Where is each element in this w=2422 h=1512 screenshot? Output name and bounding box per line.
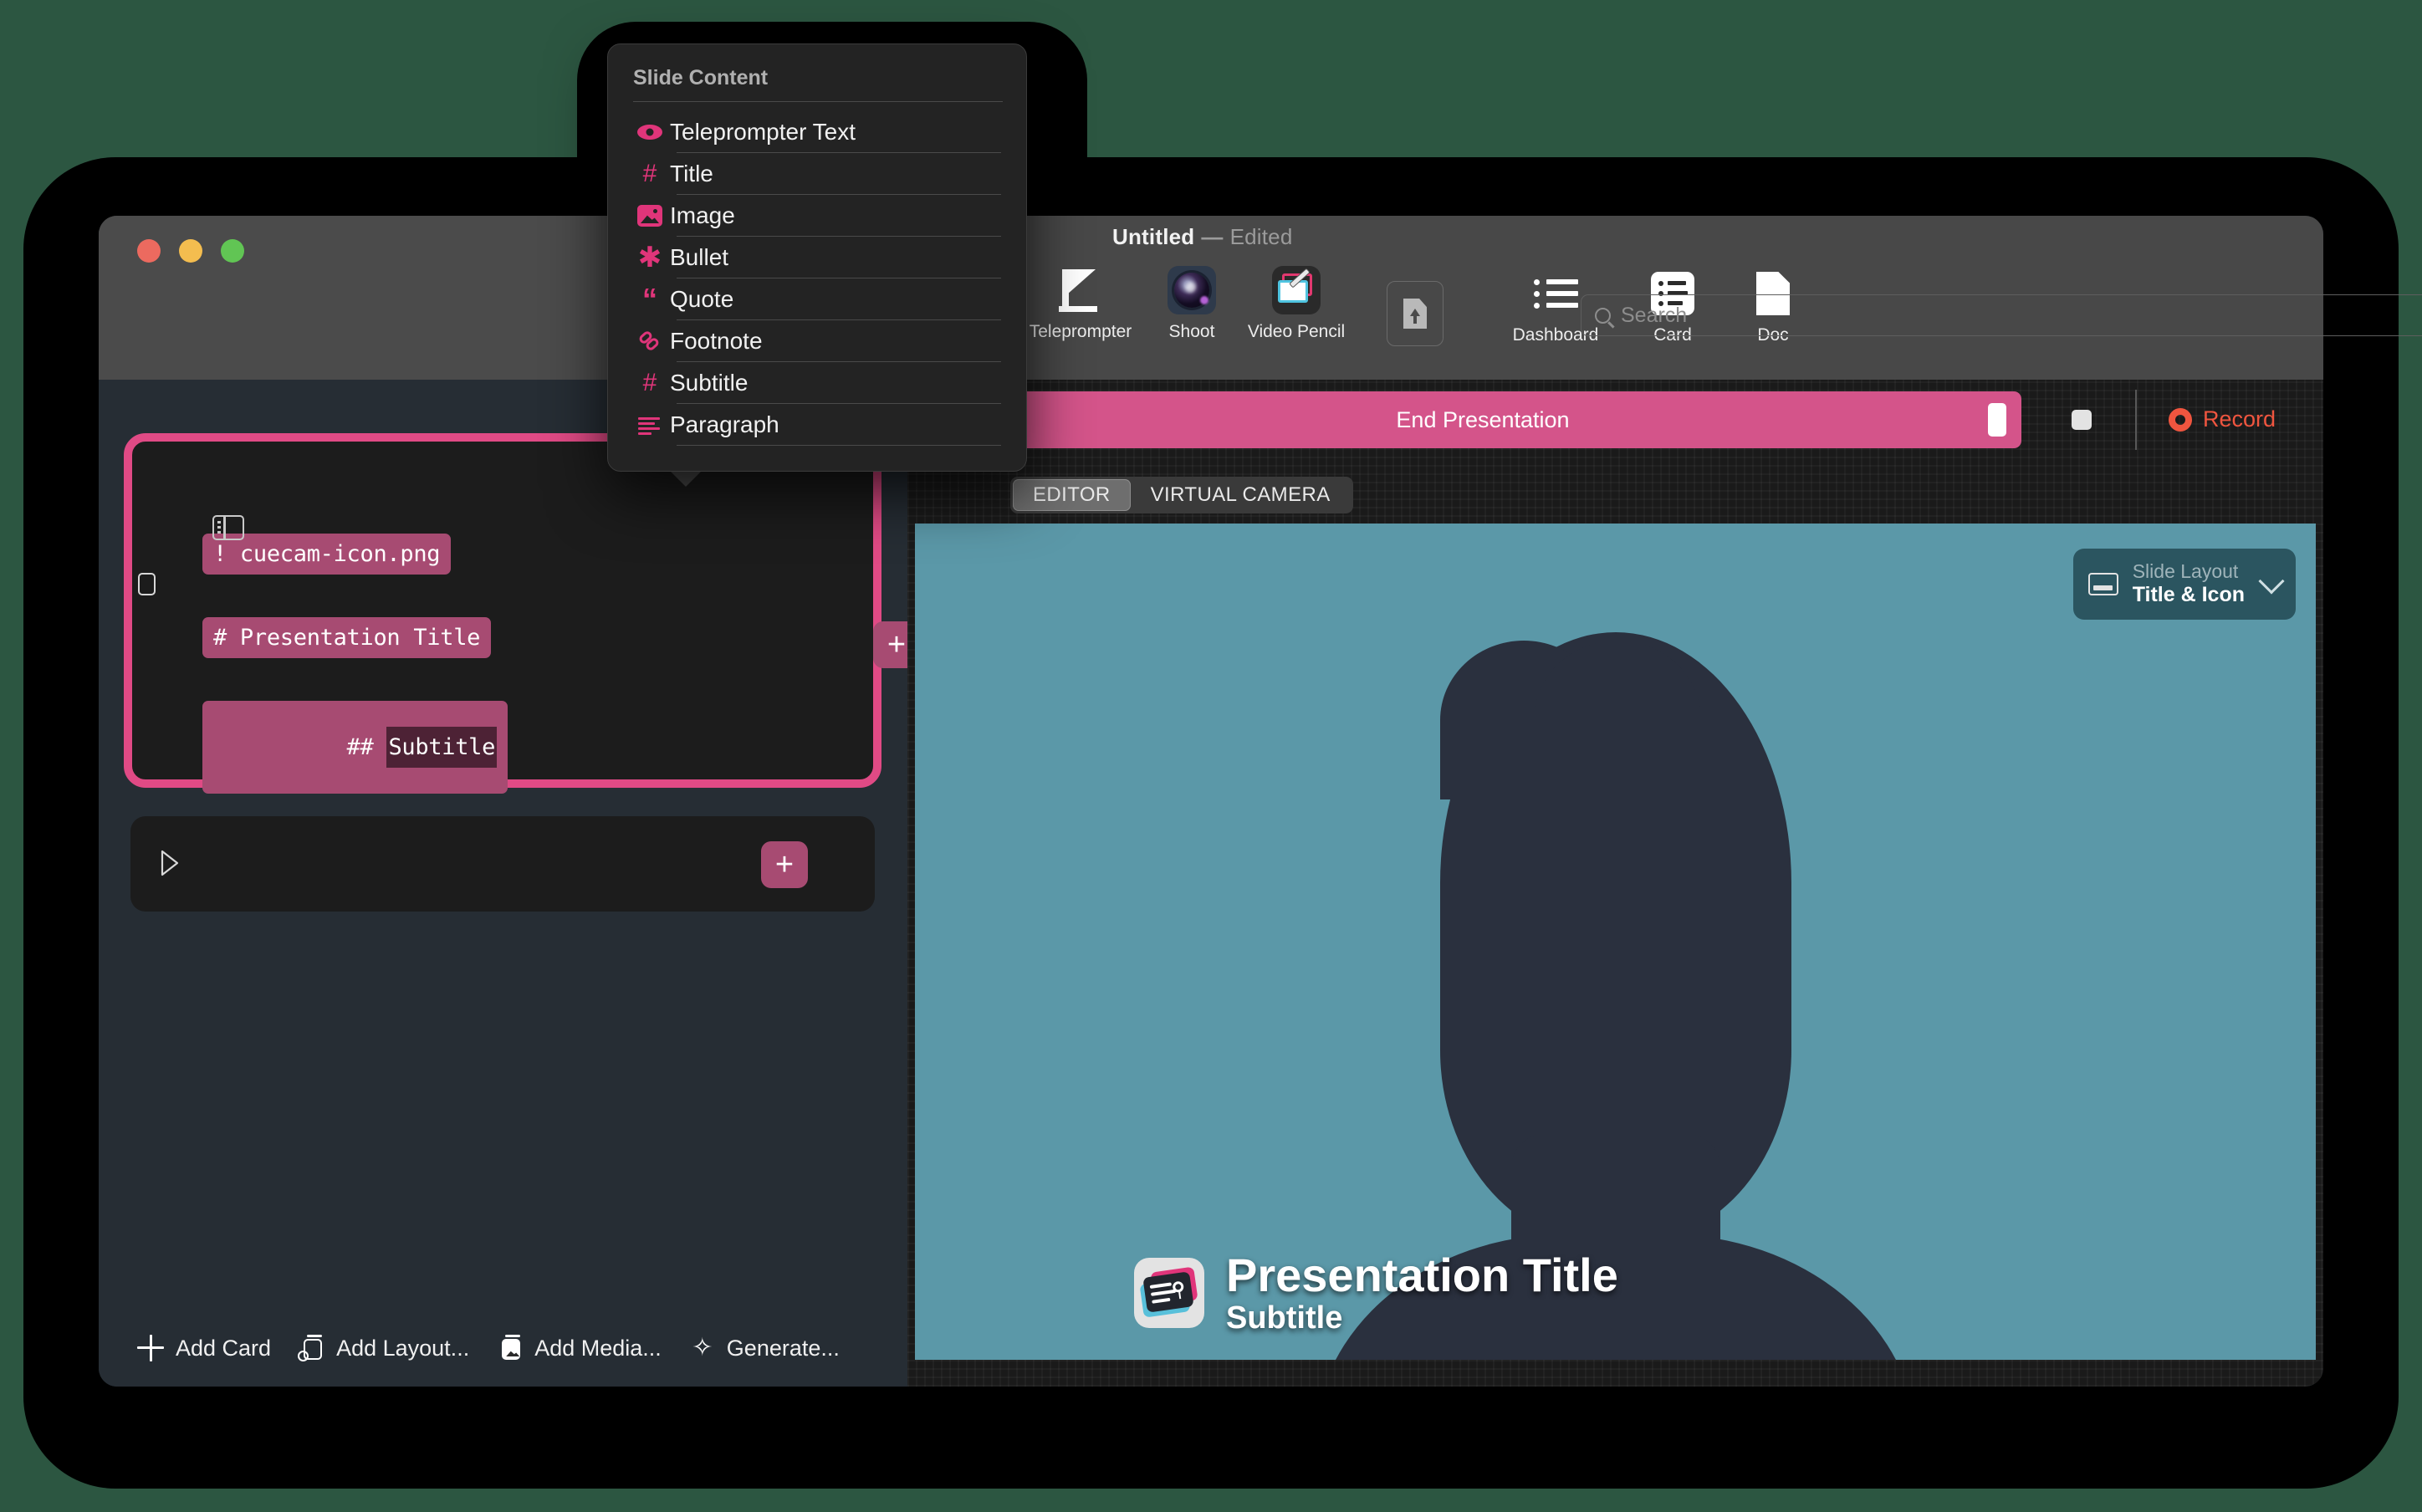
play-triangle-icon[interactable]	[161, 850, 179, 876]
slide-caption: Presentation Title Subtitle	[1134, 1250, 1618, 1336]
document-edited-status: Edited	[1230, 224, 1293, 249]
slide-layout-caption: Slide Layout	[2133, 560, 2245, 583]
image-icon	[633, 203, 667, 228]
add-layout-button[interactable]: Add Layout...	[298, 1334, 469, 1362]
document-upload-icon	[1403, 299, 1427, 329]
add-card-button[interactable]: Add Card	[137, 1334, 271, 1362]
menu-item-paragraph[interactable]: Paragraph	[608, 404, 1026, 446]
token-subtitle-selected-text: Subtitle	[386, 727, 497, 768]
search-icon	[1595, 308, 1611, 324]
add-content-button-card-two[interactable]: +	[761, 841, 808, 888]
quote-icon: “	[633, 287, 667, 312]
toolbar-divider	[2135, 390, 2137, 450]
stop-square-icon[interactable]	[2072, 410, 2092, 430]
add-media-button[interactable]: Add Media...	[496, 1334, 662, 1362]
slide-content-popover: Slide Content Teleprompter Text # Title …	[607, 43, 1027, 472]
app-window: ! cuecam-icon.png # Presentation Title #…	[99, 216, 2323, 1387]
video-pencil-icon	[1270, 264, 1322, 316]
toolbar-teleprompter[interactable]: Teleprompter	[1022, 264, 1139, 342]
popover-divider	[633, 101, 1003, 102]
token-title[interactable]: # Presentation Title	[202, 617, 491, 658]
close-button[interactable]	[137, 239, 161, 263]
slide-preview: Slide Layout Title & Icon	[915, 524, 2316, 1360]
menu-item-paragraph-label: Paragraph	[670, 411, 779, 438]
end-presentation-label: End Presentation	[1396, 407, 1569, 433]
menu-item-bullet[interactable]: ✱ Bullet	[608, 237, 1026, 278]
camera-lens-icon	[1166, 264, 1218, 316]
menu-item-subtitle[interactable]: # Subtitle	[608, 362, 1026, 404]
record-dot-icon	[2169, 408, 2192, 432]
teleprompter-flag-icon	[1055, 264, 1106, 316]
paragraph-lines-icon	[633, 412, 667, 437]
chevron-down-icon	[2258, 569, 2284, 595]
sidebar-toggle-button[interactable]	[212, 515, 244, 540]
menu-item-quote-label: Quote	[670, 286, 733, 313]
token-subtitle-prefix: ##	[347, 734, 374, 760]
slide-visibility-checkbox[interactable]	[138, 573, 156, 595]
tab-virtual-camera[interactable]: VIRTUAL CAMERA	[1131, 479, 1351, 511]
toolbar-video-pencil-label: Video Pencil	[1248, 322, 1345, 342]
menu-item-subtitle-label: Subtitle	[670, 370, 748, 396]
cuecam-app-icon	[1134, 1258, 1204, 1328]
plus-icon	[137, 1334, 166, 1362]
record-button[interactable]: Record	[2169, 406, 2276, 432]
end-presentation-button[interactable]: End Presentation	[944, 391, 2021, 448]
export-button[interactable]	[1387, 281, 1443, 346]
zoom-button[interactable]	[221, 239, 244, 263]
search-field[interactable]: Search	[1581, 294, 2422, 336]
menu-item-title[interactable]: # Title	[608, 153, 1026, 195]
menu-item-teleprompter-text[interactable]: Teleprompter Text	[608, 111, 1026, 153]
menu-item-title-label: Title	[670, 161, 713, 187]
slide-layout-icon	[2088, 573, 2118, 595]
toolbar-shoot[interactable]: Shoot	[1133, 264, 1250, 342]
link-icon	[633, 329, 667, 354]
token-subtitle[interactable]: ## Subtitle	[202, 701, 508, 794]
popover-menu-list: Teleprompter Text # Title Image ✱ Bullet…	[608, 111, 1026, 446]
add-media-label: Add Media...	[534, 1336, 662, 1361]
menu-item-image[interactable]: Image	[608, 195, 1026, 237]
slide-layout-value: Title & Icon	[2133, 583, 2245, 608]
window-controls	[137, 239, 244, 263]
editor-bottom-toolbar: Add Card Add Layout... Add Media... ✧ Ge…	[99, 1310, 907, 1387]
add-card-label: Add Card	[176, 1336, 271, 1361]
menu-item-footnote[interactable]: Footnote	[608, 320, 1026, 362]
menu-item-image-label: Image	[670, 202, 735, 229]
menu-item-footnote-label: Footnote	[670, 328, 763, 355]
presentation-pane: End Presentation Record EDITOR VIRTUAL C…	[907, 380, 2323, 1387]
toolbar-shoot-label: Shoot	[1169, 322, 1215, 342]
hash-icon: #	[633, 370, 667, 396]
popover-title: Slide Content	[633, 66, 768, 90]
layout-icon	[298, 1334, 326, 1362]
search-placeholder: Search	[1621, 304, 1687, 328]
sparkle-wand-icon: ✧	[688, 1334, 717, 1362]
view-mode-segmented-control: EDITOR VIRTUAL CAMERA	[1010, 477, 1353, 513]
slide-title: Presentation Title	[1226, 1250, 1618, 1300]
eye-icon	[633, 120, 667, 145]
minimize-button[interactable]	[179, 239, 202, 263]
menu-item-quote[interactable]: “ Quote	[608, 278, 1026, 320]
toolbar-teleprompter-label: Teleprompter	[1030, 322, 1132, 342]
tab-editor[interactable]: EDITOR	[1013, 479, 1131, 511]
toolbar-video-pencil[interactable]: Video Pencil	[1238, 264, 1355, 342]
generate-label: Generate...	[727, 1336, 840, 1361]
asterisk-icon: ✱	[633, 245, 667, 270]
slide-card-selected[interactable]: ! cuecam-icon.png # Presentation Title #…	[124, 433, 881, 788]
slide-layout-dropdown[interactable]: Slide Layout Title & Icon	[2073, 549, 2296, 620]
record-label: Record	[2203, 406, 2276, 432]
stop-bar-icon[interactable]	[1988, 403, 2006, 437]
add-layout-label: Add Layout...	[336, 1336, 469, 1361]
menu-item-teleprompter-text-label: Teleprompter Text	[670, 119, 856, 146]
media-icon	[496, 1334, 524, 1362]
menu-item-bullet-label: Bullet	[670, 244, 728, 271]
slide-subtitle: Subtitle	[1226, 1300, 1618, 1336]
document-title: Untitled—Edited	[1112, 224, 1293, 250]
hash-icon: #	[633, 161, 667, 186]
screenshot-root: ! cuecam-icon.png # Presentation Title #…	[0, 0, 2422, 1512]
document-title-separator: —	[1194, 224, 1229, 249]
generate-button[interactable]: ✧ Generate...	[688, 1334, 840, 1362]
silhouette-hair-right	[1534, 641, 1701, 799]
document-title-text: Untitled	[1112, 224, 1194, 249]
list-icon	[1530, 268, 1581, 319]
